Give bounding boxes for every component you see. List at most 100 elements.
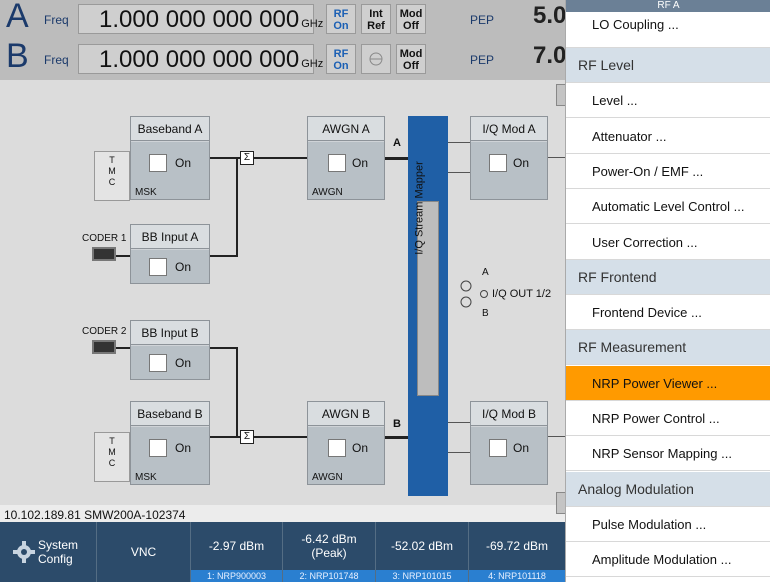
mod-button-b[interactable]: Mod Off [396, 44, 426, 74]
on-label: On [513, 156, 530, 170]
bb-input-b-checkbox[interactable] [149, 354, 167, 372]
awgn-b-block[interactable]: AWGN B On AWGN [307, 401, 385, 485]
connector-line [385, 157, 408, 160]
menu-section-header: RF Frontend [566, 259, 770, 295]
iq-stream-mapper-block[interactable]: I/Q Stream Mapper [408, 116, 448, 496]
awgn-sub-label: AWGN [312, 472, 343, 483]
freq-label-b: Freq [44, 53, 69, 67]
menu-section-header: Analog Modulation [566, 471, 770, 507]
on-label: On [352, 156, 369, 170]
iq-mod-b-checkbox[interactable] [489, 439, 507, 457]
block-title: I/Q Mod B [471, 402, 547, 426]
iq-mod-a-checkbox[interactable] [489, 154, 507, 172]
connector-line [448, 172, 470, 173]
menu-item[interactable]: Automatic Level Control ... [566, 189, 770, 225]
mod-button-a[interactable]: Mod Off [396, 4, 426, 34]
iq-mod-b-block[interactable]: I/Q Mod B On [470, 401, 548, 485]
ref-button[interactable]: Int Ref [361, 4, 391, 34]
coder1-label: CODER 1 [82, 233, 127, 244]
channel-b: B Freq 1.000 000 000 000 GHz RF On Mod Of… [0, 37, 566, 78]
globe-icon [369, 52, 383, 66]
sensor-4-label: 4: NRP101118 [469, 570, 565, 582]
awgn-b-checkbox[interactable] [328, 439, 346, 457]
bb-input-b-block[interactable]: BB Input B On [130, 320, 210, 380]
menu-section-header: RF Measurement [566, 330, 770, 366]
connector-line [116, 347, 130, 349]
baseband-a-checkbox[interactable] [149, 154, 167, 172]
menu-section-header: RF Level [566, 48, 770, 83]
connector-line [254, 157, 308, 159]
connector-line [254, 436, 308, 438]
mapper-label: I/Q Stream Mapper [413, 161, 426, 255]
awgn-a-checkbox[interactable] [328, 154, 346, 172]
iq-mod-a-block[interactable]: I/Q Mod A On [470, 116, 548, 200]
taskbar: System Config VNC -2.97 dBm 1: NRP900003… [0, 522, 565, 582]
block-title: Baseband B [131, 402, 209, 426]
freq-value-b: 1.000 000 000 000 [99, 46, 300, 73]
gear-icon [13, 541, 35, 563]
pep-label-b: PEP [470, 53, 495, 67]
connector-line [385, 436, 408, 439]
vnc-label: VNC [130, 545, 157, 559]
menu-item[interactable]: NRP Power Viewer ... [566, 365, 770, 401]
connector-line [210, 255, 238, 257]
menu-item[interactable]: Level ... [566, 83, 770, 119]
path-a-label: A [393, 137, 401, 149]
block-title: I/Q Mod A [471, 117, 547, 141]
sensor-1-value: -2.97 dBm [208, 539, 265, 553]
sensor-2-value: -6.42 dBm (Peak) [301, 532, 357, 560]
sensor-2[interactable]: -6.42 dBm (Peak) 2: NRP101748 [283, 522, 376, 582]
system-config-button[interactable]: System Config [0, 522, 97, 582]
on-label: On [352, 441, 369, 455]
menu-item[interactable]: NRP Power Control ... [566, 401, 770, 436]
sensor-3[interactable]: -52.02 dBm 3: NRP101015 [376, 522, 469, 582]
menu-item[interactable]: User Correction ... [566, 224, 770, 260]
bb-input-a-block[interactable]: BB Input A On [130, 224, 210, 284]
sensor-2-label: 2: NRP101748 [283, 570, 375, 582]
baseband-b-block[interactable]: Baseband B On MSK [130, 401, 210, 485]
connector-line [236, 347, 238, 437]
menu-item[interactable]: Amplitude Modulation ... [566, 542, 770, 578]
modulation-label: MSK [135, 187, 157, 198]
channel-a: A Freq 1.000 000 000 000 GHz RF On Int Re… [0, 0, 566, 38]
menu-item[interactable]: Attenuator ... [566, 118, 770, 154]
connector-line [448, 422, 470, 423]
connector-line [548, 436, 565, 437]
menu-item[interactable]: Power-On / EMF ... [566, 153, 770, 189]
baseband-b-checkbox[interactable] [149, 439, 167, 457]
iq-out-label: I/Q OUT 1/2 [492, 288, 552, 300]
path-b-label: B [393, 418, 401, 430]
menu-item[interactable]: LO Coupling ... [566, 12, 770, 48]
bb-input-a-checkbox[interactable] [149, 258, 167, 276]
channel-b-letter: B [6, 37, 29, 75]
block-title: BB Input A [131, 225, 209, 249]
connector-line [210, 436, 240, 438]
sensor-1[interactable]: -2.97 dBm 1: NRP900003 [191, 522, 283, 582]
pep-label-a: PEP [470, 13, 495, 27]
modulation-label: MSK [135, 472, 157, 483]
awgn-a-block[interactable]: AWGN A On AWGN [307, 116, 385, 200]
connector-line [448, 452, 470, 453]
tmc-box-b[interactable]: T M C [94, 432, 130, 482]
connector-line [448, 142, 470, 143]
ip-address: 10.102.189.81 SMW200A-102374 [4, 508, 186, 522]
baseband-a-block[interactable]: Baseband A On MSK [130, 116, 210, 200]
tmc-box-a[interactable]: T M C [94, 151, 130, 201]
freq-field-b[interactable]: 1.000 000 000 000 GHz [78, 44, 323, 74]
freq-field-a[interactable]: 1.000 000 000 000 GHz [78, 4, 323, 34]
menu-item[interactable]: Frontend Device ... [566, 295, 770, 331]
freq-label-a: Freq [44, 13, 69, 27]
sensor-4[interactable]: -69.72 dBm 4: NRP101118 [469, 522, 565, 582]
menu-item[interactable]: Pulse Modulation ... [566, 506, 770, 542]
freq-unit-b: GHz [301, 58, 324, 70]
rf-on-button-a[interactable]: RF On [326, 4, 356, 34]
ref-icon[interactable] [361, 44, 391, 74]
menu-item[interactable]: NRP Sensor Mapping ... [566, 436, 770, 472]
block-title: AWGN A [308, 117, 384, 141]
vnc-button[interactable]: VNC [97, 522, 191, 582]
rf-on-button-b[interactable]: RF On [326, 44, 356, 74]
on-label: On [175, 260, 192, 274]
on-label: On [513, 441, 530, 455]
connector-line [116, 255, 130, 257]
block-title: BB Input B [131, 321, 209, 345]
